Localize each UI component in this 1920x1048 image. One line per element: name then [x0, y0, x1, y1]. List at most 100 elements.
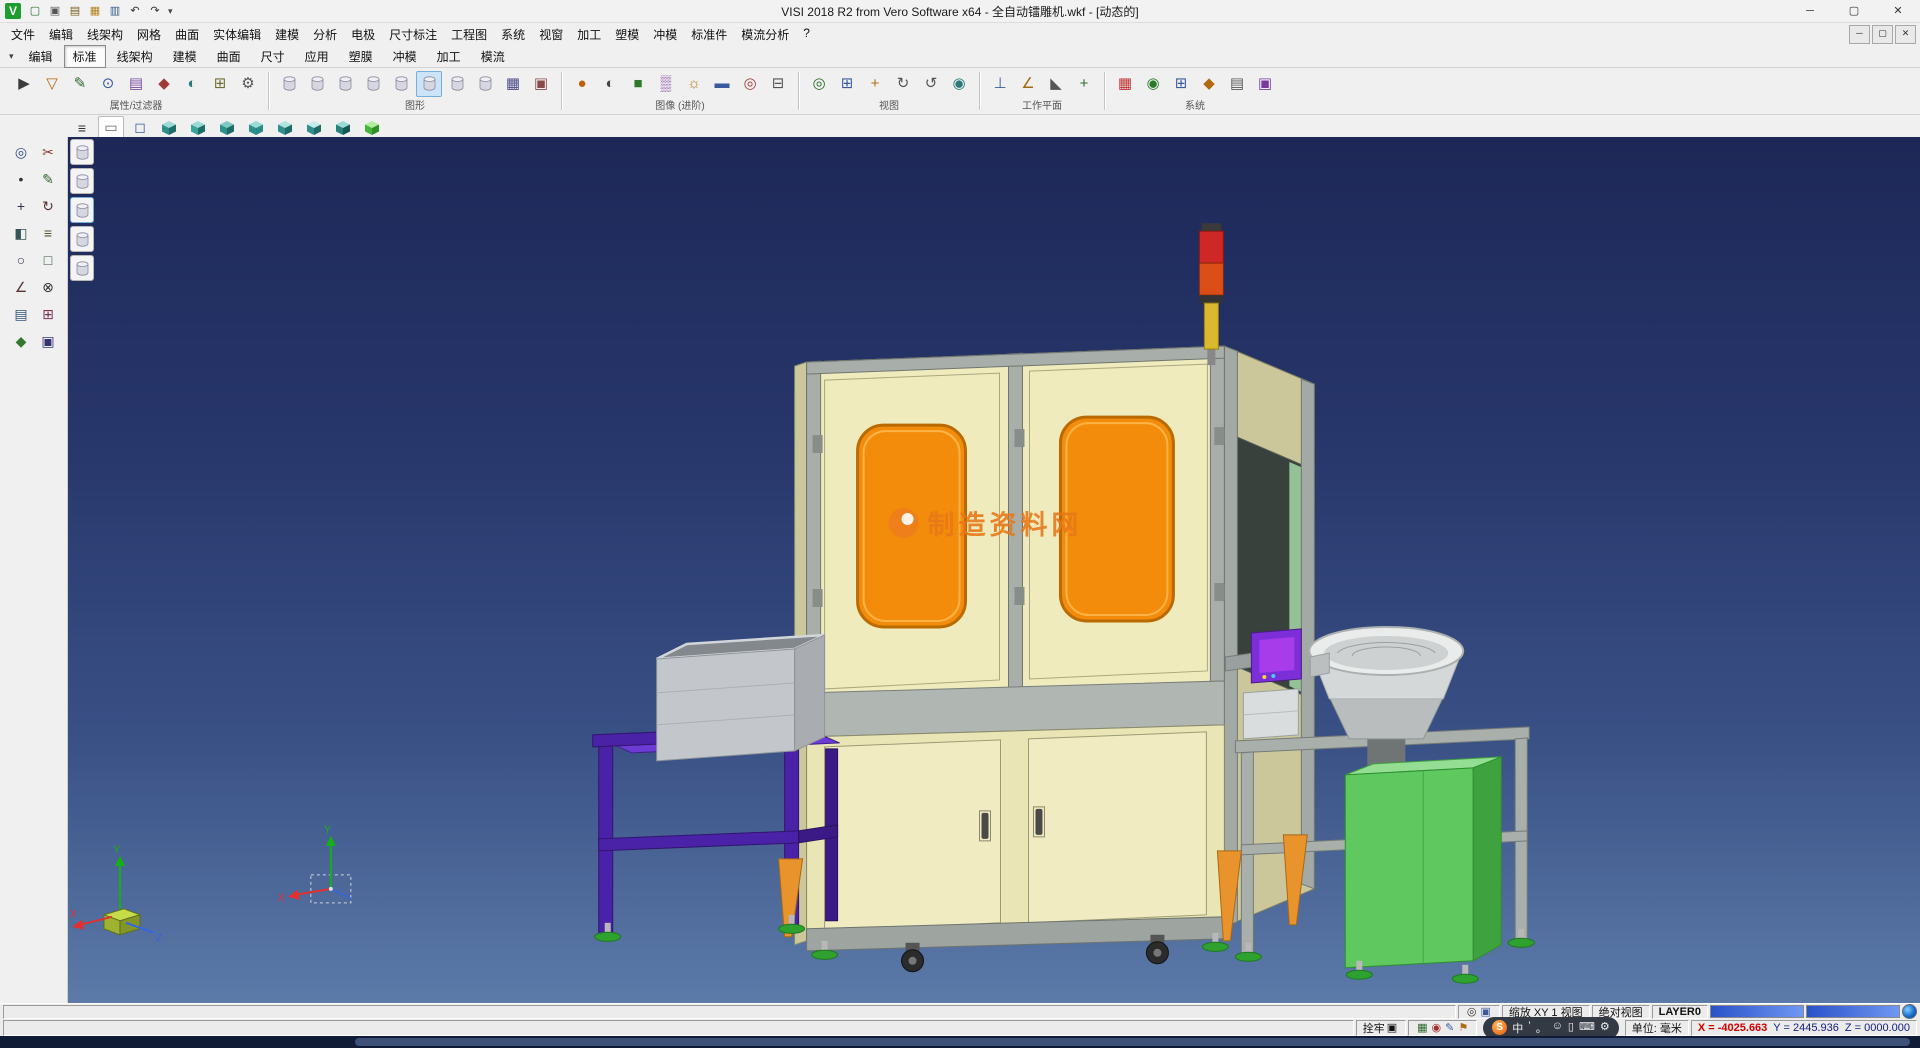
minimize-button[interactable]: ─ [1788, 0, 1832, 22]
mdi-close-button[interactable]: ✕ [1895, 25, 1916, 44]
menu-mold[interactable]: 塑模 [608, 24, 646, 45]
menu-analysis[interactable]: 分析 [306, 24, 344, 45]
doc-new-icon[interactable]: ▢ [26, 3, 44, 19]
layers-icon[interactable]: ▤ [8, 302, 34, 326]
network-globe-icon[interactable] [1902, 1004, 1917, 1019]
menu-solid-edit[interactable]: 实体编辑 [206, 24, 268, 45]
menu-dimension[interactable]: 尺寸标注 [382, 24, 444, 45]
attribute-brush-icon[interactable]: ✎ [67, 71, 93, 97]
tab-surface[interactable]: 曲面 [208, 45, 250, 68]
settings-gear-icon[interactable]: ⚙ [235, 71, 261, 97]
attribute-grid-icon[interactable]: ⊞ [207, 71, 233, 97]
light-icon[interactable]: ☼ [681, 71, 707, 97]
texture-icon[interactable]: ▒ [653, 71, 679, 97]
ime-lang-zh-label[interactable]: 中 [1512, 1020, 1523, 1036]
trim-icon[interactable]: ✂ [35, 140, 61, 164]
right-door-handle[interactable] [1035, 809, 1042, 835]
erase-icon[interactable]: ⊗ [35, 275, 61, 299]
shadow-icon[interactable]: ◐ [597, 71, 623, 97]
solid-display-icon[interactable] [444, 71, 470, 97]
measure-icon[interactable]: ◆ [8, 329, 34, 353]
rotate-view-icon[interactable]: ↻ [890, 71, 916, 97]
select-filter-icon[interactable]: ▶ [11, 71, 37, 97]
ime-emoji-icon[interactable]: ☺ [1552, 1020, 1563, 1036]
mesh-display-icon[interactable]: ▦ [500, 71, 526, 97]
transparent-display-icon[interactable] [388, 71, 414, 97]
command-input-field[interactable] [3, 1020, 1354, 1036]
menu-machining[interactable]: 加工 [570, 24, 608, 45]
active-display-mode-icon[interactable] [416, 71, 442, 97]
menu-modeling[interactable]: 建模 [268, 24, 306, 45]
tab-application[interactable]: 应用 [296, 45, 338, 68]
menu-edit[interactable]: 编辑 [42, 24, 80, 45]
menu-standard-parts[interactable]: 标准件 [684, 24, 734, 45]
tab-standard[interactable]: 标准 [64, 45, 106, 68]
compare-icon[interactable]: ⊟ [765, 71, 791, 97]
point-icon[interactable]: • [8, 167, 34, 191]
signal-tower-light[interactable] [1199, 223, 1223, 365]
view-bottom-icon[interactable] [330, 116, 356, 139]
snap-settings-icon[interactable]: ◆ [1196, 71, 1222, 97]
background-icon[interactable]: ▬ [709, 71, 735, 97]
zoom-window-icon[interactable]: ⊞ [834, 71, 860, 97]
view-iso-icon[interactable] [156, 116, 182, 139]
workplane-axis-marker[interactable]: Y X [278, 824, 352, 904]
workplane-3pt-icon[interactable]: ◣ [1043, 71, 1069, 97]
zoom-all-icon[interactable]: ◎ [806, 71, 832, 97]
circle-tool-icon[interactable]: ○ [8, 248, 34, 272]
angle-tool-icon[interactable]: ∠ [8, 275, 34, 299]
undo-icon[interactable]: ↶ [126, 3, 144, 19]
menu-help[interactable]: ? [796, 24, 817, 45]
bounding-box-icon[interactable]: ▣ [528, 71, 554, 97]
menu-electrode[interactable]: 电极 [344, 24, 382, 45]
shaded-display-icon[interactable] [332, 71, 358, 97]
report-icon[interactable]: ▤ [1224, 71, 1250, 97]
sketch-pencil-icon[interactable]: ✎ [35, 167, 61, 191]
lower-left-door[interactable] [825, 740, 1001, 932]
material-icon[interactable]: ■ [625, 71, 651, 97]
view-left-icon[interactable] [243, 116, 269, 139]
color-palette-icon[interactable]: ▦ [1112, 71, 1138, 97]
rect-tool-icon[interactable]: □ [35, 248, 61, 272]
vibrating-bowl-feeder[interactable] [1309, 627, 1463, 781]
menu-surface[interactable]: 曲面 [168, 24, 206, 45]
wireframe-display-icon[interactable] [276, 71, 302, 97]
system-globe-icon[interactable]: ◉ [1140, 71, 1166, 97]
view-right-icon[interactable] [272, 116, 298, 139]
tab-flow[interactable]: 模流 [472, 45, 514, 68]
lower-right-door[interactable] [1028, 732, 1206, 923]
menu-mesh[interactable]: 网格 [130, 24, 168, 45]
lock-toggle[interactable]: 拴牢 ▣ [1356, 1020, 1406, 1036]
group-icon[interactable]: ⊞ [35, 302, 61, 326]
menu-window[interactable]: 视窗 [532, 24, 570, 45]
menu-die[interactable]: 冲模 [646, 24, 684, 45]
workplane-angle-icon[interactable]: ∠ [1015, 71, 1041, 97]
tab-wireframe[interactable]: 线架构 [108, 45, 162, 68]
element-info-icon[interactable]: ◆ [151, 71, 177, 97]
status-snap-icon[interactable]: ◉ [1432, 1021, 1442, 1034]
scrollbar-thumb[interactable] [355, 1038, 1910, 1046]
offset-icon[interactable]: ≡ [35, 221, 61, 245]
tab-mold[interactable]: 塑膜 [340, 45, 382, 68]
sogou-logo-icon[interactable]: S [1492, 1020, 1507, 1035]
view-front-icon[interactable] [185, 116, 211, 139]
mdi-restore-button[interactable]: ▢ [1872, 25, 1893, 44]
qat-dropdown-icon[interactable]: ▾ [164, 6, 177, 17]
ime-keyboard-icon[interactable]: ⌨ [1579, 1020, 1595, 1036]
status-grid-icon[interactable]: ▦ [1417, 1021, 1427, 1034]
grid-settings-icon[interactable]: ⊞ [1168, 71, 1194, 97]
dynamic-view-icon[interactable]: ◉ [946, 71, 972, 97]
menu-file[interactable]: 文件 [4, 24, 42, 45]
menu-drawing[interactable]: 工程图 [444, 24, 494, 45]
ime-mic-icon[interactable]: ▯ [1568, 1020, 1574, 1036]
import-icon[interactable]: ▤ [66, 3, 84, 19]
menu-system[interactable]: 系统 [494, 24, 532, 45]
feeder-control-box[interactable] [1243, 689, 1298, 739]
solids-history-icon-1[interactable] [70, 139, 94, 165]
ime-toolbox-icon[interactable]: ⚙ [1600, 1020, 1610, 1036]
solids-history-icon-2[interactable] [70, 168, 94, 194]
tab-dimension[interactable]: 尺寸 [252, 45, 294, 68]
calculator-icon[interactable]: ▣ [1252, 71, 1278, 97]
visibility-icon[interactable]: ◐ [179, 71, 205, 97]
status-annotate-icon[interactable]: ✎ [1445, 1021, 1454, 1034]
